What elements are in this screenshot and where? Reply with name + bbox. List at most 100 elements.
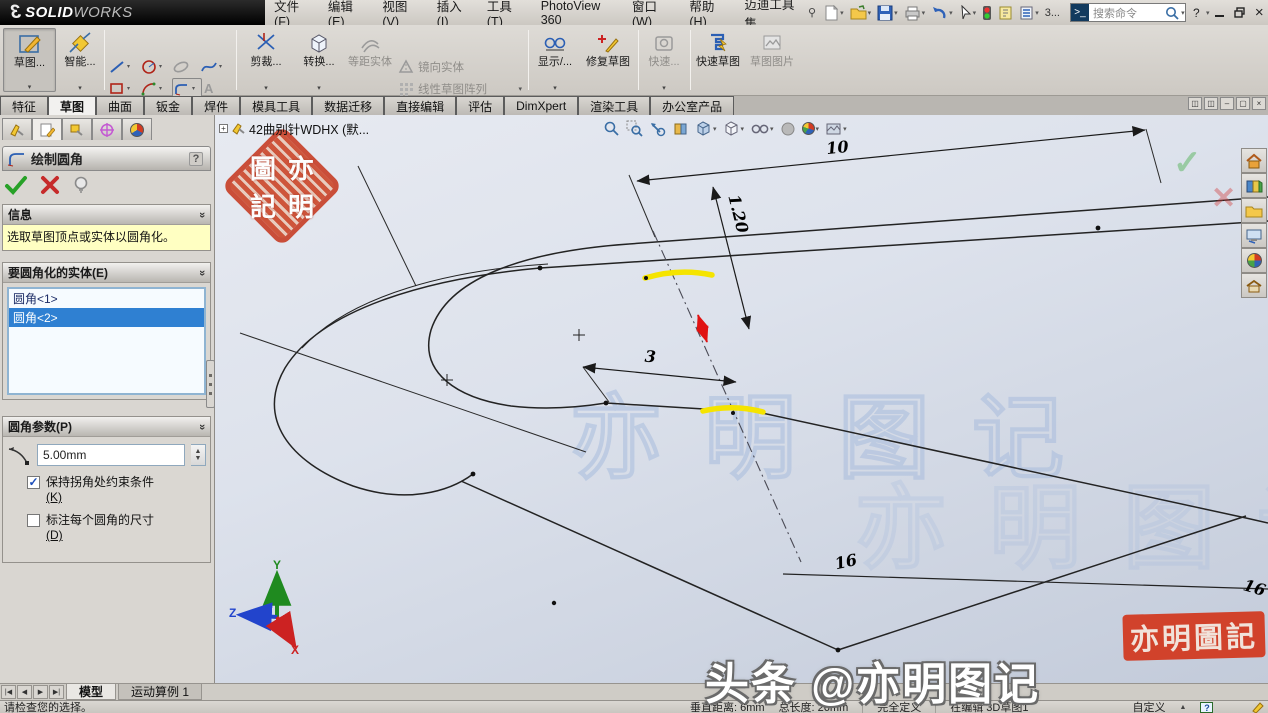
line-tool[interactable]: ▾ [108, 56, 138, 77]
document-tree-label[interactable]: + 42曲别针WDHX (默... [219, 119, 369, 138]
tab-dimxpert[interactable]: DimXpert [504, 96, 578, 115]
tab-direct-editing[interactable]: 直接编辑 [384, 96, 456, 115]
radius-spinner[interactable]: ▲▼ [191, 444, 206, 466]
offset-entities-button[interactable]: 等距实体 [348, 28, 392, 92]
convert-entities-button[interactable]: 转换...▾ [294, 28, 344, 92]
help-dropdown-icon[interactable]: ▾ [1206, 9, 1210, 17]
dim-3[interactable]: 3 [644, 347, 656, 367]
keep-corners-row[interactable]: ✓ 保持拐角处约束条件(K) [27, 475, 204, 505]
doc-cascade-button[interactable]: ◫ [1188, 97, 1202, 110]
tab-surfaces[interactable]: 曲面 [96, 96, 144, 115]
motion-study-tab[interactable]: 运动算例 1 [118, 684, 202, 700]
command-search[interactable]: >_ 搜索命令 ▾ [1070, 3, 1186, 22]
preview-button[interactable] [72, 175, 90, 195]
ellipse-tool[interactable] [172, 56, 202, 77]
doc-restore-button[interactable]: ▢ [1236, 97, 1250, 110]
tab-render-tools[interactable]: 渲染工具 [578, 96, 650, 115]
entities-listbox[interactable]: 圆角<1> 圆角<2> [7, 287, 206, 395]
display-manager-tab[interactable] [122, 118, 152, 140]
options-list-button[interactable]: ▾ [1017, 3, 1041, 23]
tab-data-migration[interactable]: 数据迁移 [312, 96, 384, 115]
smart-dimension-button[interactable]: 智能...▾ [59, 28, 101, 92]
entities-group-header[interactable]: 要圆角化的实体(E)» [3, 263, 210, 283]
quick-tips-icon[interactable]: ? [1200, 702, 1213, 713]
dim-10[interactable]: 10 [825, 137, 849, 158]
display-style-button[interactable]: ▾ [723, 120, 745, 137]
entity-item-fillet2[interactable]: 圆角<2> [9, 308, 204, 327]
view-orientation-button[interactable]: ▾ [695, 120, 717, 137]
undo-button[interactable]: ▾ [929, 3, 955, 23]
rapid-sketch-button[interactable]: 快速草图 [694, 28, 742, 92]
search-input[interactable]: 搜索命令 [1089, 5, 1164, 21]
status-caret-icon[interactable]: ▲ [1180, 704, 1187, 711]
pin-icon[interactable]: ⚲ [808, 6, 816, 19]
resources-home-button[interactable] [1241, 148, 1267, 173]
tab-evaluate[interactable]: 评估 [456, 96, 504, 115]
tab-office-products[interactable]: 办公室产品 [650, 96, 734, 115]
tab-sheet-metal[interactable]: 钣金 [144, 96, 192, 115]
hide-show-items-button[interactable]: ▾ [750, 121, 774, 136]
appearances-button[interactable] [1241, 248, 1267, 273]
close-button[interactable]: × [1251, 4, 1268, 22]
info-group-header[interactable]: 信息» [3, 205, 210, 225]
previous-view-button[interactable] [649, 120, 666, 137]
pm-help-button[interactable]: ? [189, 152, 203, 166]
view-settings-button[interactable]: ▾ [825, 121, 847, 137]
model-tab[interactable]: 模型 [66, 684, 116, 700]
file-explorer-button[interactable] [1241, 198, 1267, 223]
cancel-button[interactable] [40, 175, 60, 195]
restore-button[interactable] [1231, 4, 1248, 22]
apply-scene-button[interactable]: ▾ [802, 122, 820, 135]
design-library-button[interactable] [1241, 173, 1267, 198]
dim-each-checkbox[interactable] [27, 514, 40, 527]
tab-weldments[interactable]: 焊件 [192, 96, 240, 115]
drag-arrow[interactable] [698, 315, 707, 342]
tab-scroll-prev-button[interactable]: ◀ [17, 685, 32, 699]
collapse-icon[interactable]: » [196, 211, 208, 217]
confirm-ok-icon[interactable]: ✓ [1173, 143, 1202, 183]
print-button[interactable]: ▾ [902, 3, 928, 23]
quick-snaps-button[interactable]: 快速...▾ [642, 28, 686, 92]
new-file-button[interactable]: ▾ [822, 3, 846, 23]
interference-traffic-light-icon[interactable] [980, 3, 994, 23]
tree-expand-icon[interactable]: + [219, 124, 228, 133]
save-button[interactable]: ▾ [875, 3, 900, 23]
tab-scroll-last-button[interactable]: ▶| [49, 685, 64, 699]
doc-close-button[interactable]: × [1252, 97, 1266, 110]
select-cursor-button[interactable]: ▾ [957, 3, 979, 23]
tab-mold-tools[interactable]: 模具工具 [240, 96, 312, 115]
edit-pencil-icon[interactable] [1251, 701, 1265, 713]
dim-120[interactable]: 1.20 [724, 192, 752, 234]
tab-features[interactable]: 特征 [0, 96, 48, 115]
tab-scroll-first-button[interactable]: |◀ [1, 685, 16, 699]
feature-manager-tab[interactable] [2, 118, 32, 140]
search-icon[interactable] [1164, 5, 1180, 21]
file-properties-button[interactable] [996, 3, 1015, 23]
fillet-highlight-1[interactable] [645, 272, 712, 278]
section-view-button[interactable] [672, 120, 689, 137]
dimxpert-manager-tab[interactable] [92, 118, 122, 140]
doc-minimize-button[interactable]: – [1220, 97, 1234, 110]
help-button[interactable]: ? [1188, 4, 1205, 22]
view-palette-button[interactable] [1241, 223, 1267, 248]
trim-entities-button[interactable]: 剪裁...▾ [242, 28, 290, 92]
entity-item-fillet1[interactable]: 圆角<1> [9, 289, 204, 308]
tab-scroll-next-button[interactable]: ▶ [33, 685, 48, 699]
sketch-button[interactable]: 草图...▾ [3, 28, 56, 92]
dim-each-row[interactable]: 标注每个圆角的尺寸(D) [27, 513, 204, 543]
doc-tile-button[interactable]: ◫ [1204, 97, 1218, 110]
edit-appearance-button[interactable] [780, 121, 796, 137]
mirror-entities-button[interactable]: 镜向实体 [398, 56, 522, 77]
circle-tool[interactable]: ▾ [140, 56, 170, 77]
display-relations-button[interactable]: 显示/...▾ [532, 28, 578, 92]
sketch-picture-button[interactable]: 草图图片 [748, 28, 796, 92]
open-file-button[interactable]: ▾ [848, 3, 874, 23]
repair-sketch-button[interactable]: 修复草图 [582, 28, 634, 92]
minimize-button[interactable] [1212, 4, 1229, 22]
params-group-header[interactable]: 圆角参数(P)» [3, 417, 210, 437]
keep-corners-checkbox[interactable]: ✓ [27, 476, 40, 489]
zoom-area-button[interactable] [626, 120, 643, 137]
fillet-radius-input[interactable]: 5.00mm [37, 444, 185, 466]
tab-sketch[interactable]: 草图 [48, 96, 96, 115]
spline-tool[interactable]: ▾ [200, 56, 230, 77]
